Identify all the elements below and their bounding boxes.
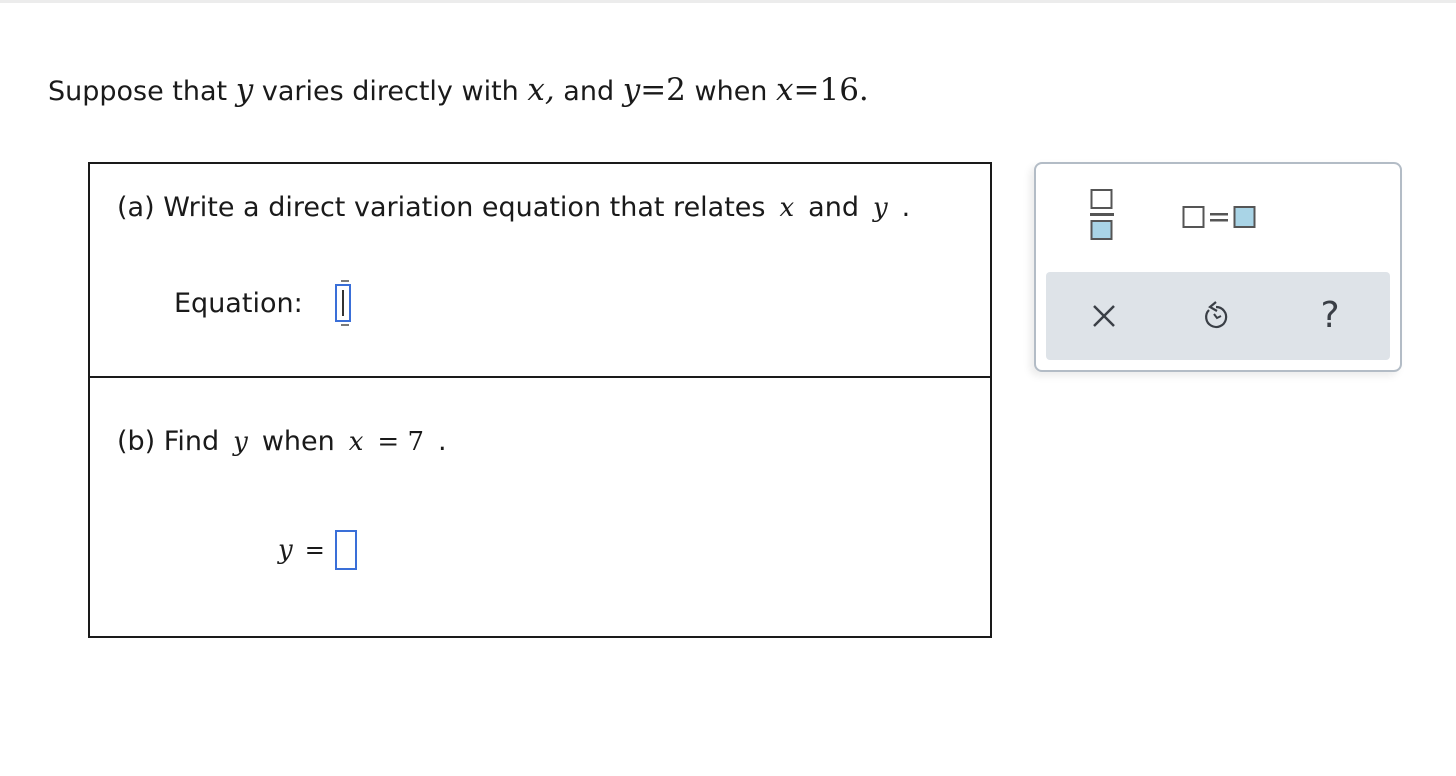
fraction-icon[interactable] <box>1090 188 1114 244</box>
problem-statement: Suppose that y varies directly with x, a… <box>48 70 869 112</box>
part-b-section: (b) Find y when x = 7. y = <box>90 378 990 638</box>
equals-sign: = <box>304 536 325 564</box>
problem-variable: y <box>622 72 641 108</box>
answer-variable: y <box>278 535 293 565</box>
variable-y: y <box>233 427 248 457</box>
y-answer-row: y = <box>278 530 357 570</box>
problem-value: =2 <box>640 72 686 108</box>
variable-x: x <box>348 427 364 457</box>
close-icon <box>1093 305 1115 327</box>
text-cursor <box>342 290 345 316</box>
equation-answer-row: Equation: <box>174 280 352 326</box>
equation-input[interactable] <box>335 280 352 326</box>
problem-variable: y <box>235 72 254 108</box>
given-value: = 7 <box>377 427 424 457</box>
problem-text: Suppose that <box>48 76 228 107</box>
y-value-input[interactable] <box>334 530 357 570</box>
part-a-section: (a) Write a direct variation equation th… <box>90 164 990 378</box>
problem-text: varies directly with <box>261 76 519 107</box>
part-a-prompt: (a) Write a direct variation equation th… <box>117 192 911 223</box>
part-b-prompt: (b) Find y when x = 7. <box>117 426 447 457</box>
question-box: (a) Write a direct variation equation th… <box>88 162 992 638</box>
undo-icon <box>1205 301 1228 329</box>
top-divider <box>0 0 1456 3</box>
variable-x: x <box>779 193 795 223</box>
equation-template-icon[interactable] <box>1182 204 1258 230</box>
problem-value: =16. <box>793 72 869 108</box>
problem-text: and <box>563 76 615 107</box>
help-button[interactable]: ? <box>1310 296 1350 336</box>
variable-y: y <box>872 193 888 223</box>
math-toolbox: ? <box>1034 162 1402 372</box>
clear-button[interactable] <box>1084 296 1124 336</box>
problem-variable: x, <box>527 72 555 108</box>
problem-variable: x <box>776 72 794 108</box>
toolbox-action-bar: ? <box>1046 272 1390 360</box>
problem-text: when <box>694 76 768 107</box>
undo-button[interactable] <box>1196 296 1236 336</box>
equation-label: Equation: <box>174 287 303 319</box>
